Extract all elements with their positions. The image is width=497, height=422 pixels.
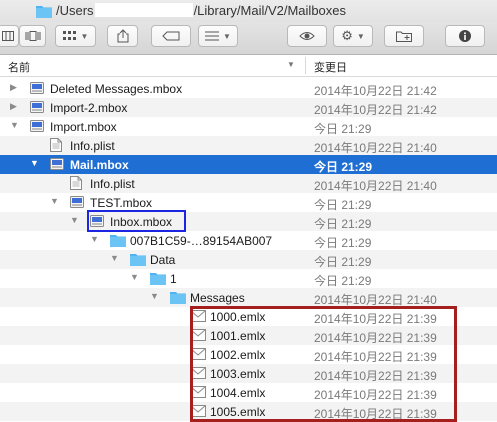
folder-icon — [36, 6, 52, 18]
item-name: Messages — [190, 291, 245, 305]
item-name: Info.plist — [70, 139, 115, 153]
item-date: 2014年10月22日 21:42 — [314, 103, 437, 117]
file-icon — [70, 176, 84, 190]
disclosure-collapsed-icon[interactable]: ▶ — [10, 82, 17, 93]
list-item[interactable]: Info.plist 2014年10月22日 21:40 — [0, 136, 497, 155]
name-column-header[interactable]: 名前 — [8, 59, 30, 75]
item-name: TEST.mbox — [90, 196, 153, 210]
list-item[interactable]: ▼ Import.mbox 今日 21:29 — [0, 117, 497, 136]
list-item[interactable]: ▼ 007B1C59-…89154AB007 今日 21:29 — [0, 231, 497, 250]
item-name: Deleted Messages.mbox — [50, 82, 183, 96]
list-icon — [205, 31, 220, 41]
chevron-down-icon: ▼ — [80, 31, 89, 41]
path-suffix: /Library/Mail/V2/Mailboxes — [193, 3, 347, 18]
item-date: 今日 21:29 — [314, 236, 372, 250]
list-item[interactable]: ▶ Deleted Messages.mbox 2014年10月22日 21:42 — [0, 79, 497, 98]
share-icon — [117, 29, 128, 43]
window-title-path: /Users/Library/Mail/V2/Mailboxes — [56, 3, 346, 18]
item-name: Import.mbox — [50, 120, 117, 134]
coverflow-view-icon — [25, 31, 40, 41]
mailbox-icon — [50, 157, 64, 171]
column-header: 名前 ▼ 変更日 — [0, 55, 497, 77]
item-date: 今日 21:29 — [314, 122, 372, 136]
date-column-header[interactable]: 変更日 — [314, 59, 347, 75]
highlight-box-red — [190, 306, 457, 422]
sort-chevron-icon: ▼ — [287, 60, 295, 69]
disclosure-expanded-icon[interactable]: ▼ — [110, 253, 119, 263]
mailbox-icon — [30, 100, 44, 114]
folder-icon — [130, 252, 146, 266]
mailbox-icon — [30, 119, 44, 133]
highlight-box-blue — [87, 210, 186, 232]
coverflow-view-button[interactable] — [19, 25, 46, 47]
redacted-username — [94, 3, 193, 17]
action-button[interactable]: ⚙ ▼ — [333, 25, 373, 47]
new-folder-icon — [396, 31, 412, 42]
list-item[interactable]: ▼ 1 今日 21:29 — [0, 269, 497, 288]
folder-icon — [150, 271, 166, 285]
list-item[interactable]: ▼ Messages 2014年10月22日 21:40 — [0, 288, 497, 307]
item-name: Data — [150, 253, 176, 267]
list-item[interactable]: ▼ Mail.mbox 今日 21:29 — [0, 155, 497, 174]
share-button[interactable] — [107, 25, 138, 47]
disclosure-expanded-icon[interactable]: ▼ — [30, 158, 39, 168]
item-date: 今日 21:29 — [314, 198, 372, 212]
info-icon — [459, 30, 471, 42]
arrange-button[interactable]: ▼ — [55, 25, 96, 47]
list-item[interactable]: ▶ Import-2.mbox 2014年10月22日 21:42 — [0, 98, 497, 117]
columns-view-icon — [1, 31, 14, 41]
disclosure-expanded-icon[interactable]: ▼ — [10, 120, 19, 130]
disclosure-collapsed-icon[interactable]: ▶ — [10, 101, 17, 112]
disclosure-expanded-icon[interactable]: ▼ — [130, 272, 139, 282]
chevron-down-icon: ▼ — [223, 31, 231, 41]
item-date: 2014年10月22日 21:40 — [314, 179, 437, 193]
item-date: 今日 21:29 — [314, 160, 373, 174]
disclosure-expanded-icon[interactable]: ▼ — [70, 215, 79, 225]
column-view-button[interactable] — [0, 25, 19, 47]
item-name: Import-2.mbox — [50, 101, 128, 115]
title-bar: /Users/Library/Mail/V2/Mailboxes — [0, 0, 497, 22]
file-icon — [50, 138, 64, 152]
item-date: 今日 21:29 — [314, 274, 372, 288]
list-item[interactable]: ▼ Data 今日 21:29 — [0, 250, 497, 269]
new-folder-button[interactable] — [384, 25, 424, 47]
list-item[interactable]: ▼ Inbox.mbox 今日 21:29 — [0, 212, 497, 231]
item-date: 今日 21:29 — [314, 217, 372, 231]
item-name: 007B1C59-…89154AB007 — [130, 234, 273, 248]
item-name: Mail.mbox — [70, 158, 129, 172]
info-button[interactable] — [445, 25, 485, 47]
tag-icon — [162, 31, 180, 41]
folder-icon — [170, 290, 186, 304]
mailbox-icon — [70, 195, 84, 209]
disclosure-expanded-icon[interactable]: ▼ — [90, 234, 99, 244]
item-name: 1 — [170, 272, 177, 286]
gear-icon: ⚙ — [341, 28, 353, 43]
item-date: 今日 21:29 — [314, 255, 372, 269]
toolbar: ▼ ▼ ⚙ ▼ — [0, 22, 497, 55]
path-prefix: /Users — [56, 3, 94, 18]
mailbox-icon — [30, 81, 44, 95]
list-item[interactable]: ▼ TEST.mbox 今日 21:29 — [0, 193, 497, 212]
chevron-down-icon: ▼ — [356, 31, 365, 41]
disclosure-expanded-icon[interactable]: ▼ — [150, 291, 159, 301]
tags-button[interactable] — [151, 25, 191, 47]
grid-arrange-icon — [62, 31, 76, 40]
eye-icon — [299, 32, 315, 40]
list-options-button[interactable]: ▼ — [198, 25, 238, 47]
folder-icon — [110, 233, 126, 247]
item-name: Info.plist — [90, 177, 135, 191]
list-item[interactable]: Info.plist 2014年10月22日 21:40 — [0, 174, 497, 193]
item-date: 2014年10月22日 21:42 — [314, 84, 437, 98]
item-date: 2014年10月22日 21:40 — [314, 141, 437, 155]
disclosure-expanded-icon[interactable]: ▼ — [50, 196, 59, 206]
quicklook-button[interactable] — [287, 25, 327, 47]
column-divider[interactable] — [305, 57, 306, 74]
